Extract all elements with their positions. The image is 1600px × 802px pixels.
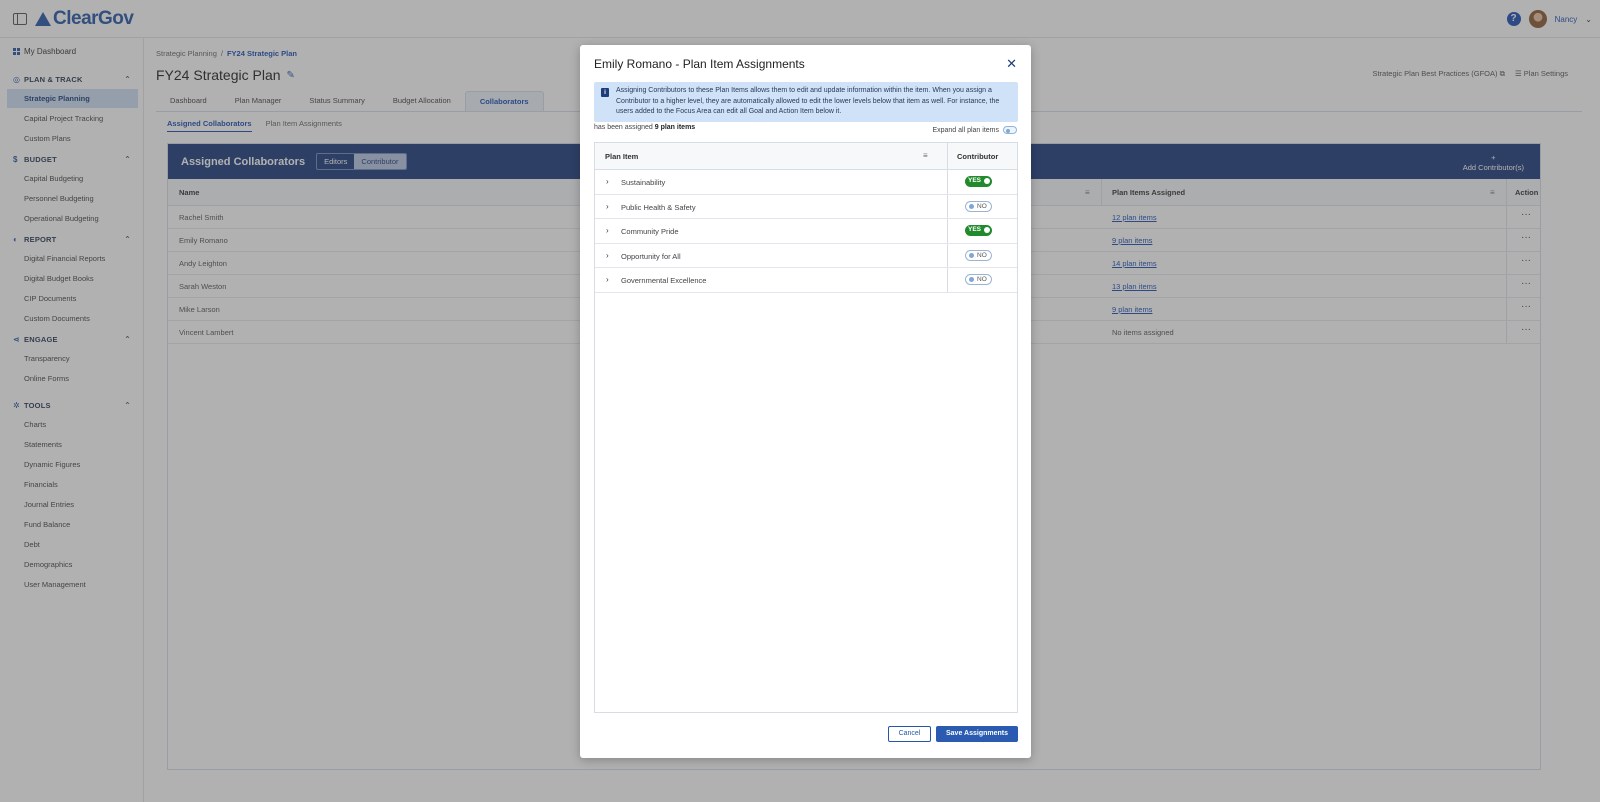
- contributor-toggle[interactable]: YES: [965, 176, 992, 187]
- column-menu-icon[interactable]: ≡: [923, 151, 928, 160]
- cancel-button[interactable]: Cancel: [888, 726, 931, 742]
- plan-item-row: › Opportunity for All NO: [595, 243, 1017, 268]
- assigned-count: 9 plan items: [654, 124, 696, 131]
- column-divider: [947, 170, 948, 194]
- chevron-right-icon[interactable]: ›: [606, 251, 609, 260]
- plan-item-assignments-modal: Emily Romano - Plan Item Assignments ✕ i…: [580, 45, 1031, 758]
- contributor-toggle[interactable]: NO: [965, 249, 992, 261]
- modal-title: Emily Romano - Plan Item Assignments: [594, 57, 805, 71]
- column-plan-item[interactable]: Plan Item: [605, 152, 638, 161]
- plan-item-grid: Plan Item ≡ Contributor › Sustainability…: [594, 142, 1018, 713]
- expand-all-control: Expand all plan items: [932, 126, 1017, 134]
- chevron-right-icon[interactable]: ›: [606, 202, 609, 211]
- contributor-toggle[interactable]: NO: [965, 274, 992, 285]
- column-divider: [947, 194, 948, 218]
- info-banner: i Assigning Contributors to these Plan I…: [594, 82, 1018, 122]
- plan-item-label: Sustainability: [621, 178, 666, 187]
- column-divider: [947, 243, 948, 267]
- column-divider: [947, 268, 948, 292]
- assigned-prefix: has been assigned: [594, 124, 653, 131]
- plan-item-row: › Sustainability YES: [595, 170, 1017, 195]
- plan-item-label: Public Health & Safety: [621, 202, 696, 212]
- contributor-toggle[interactable]: NO: [965, 200, 992, 212]
- plan-item-label: Opportunity for All: [621, 251, 681, 261]
- column-divider[interactable]: [947, 143, 948, 169]
- column-divider: [947, 219, 948, 243]
- chevron-right-icon[interactable]: ›: [606, 177, 609, 186]
- chevron-right-icon[interactable]: ›: [606, 275, 609, 284]
- plan-item-row: › Public Health & Safety NO: [595, 194, 1017, 219]
- expand-all-label: Expand all plan items: [932, 126, 999, 134]
- chevron-right-icon[interactable]: ›: [606, 226, 609, 235]
- plan-item-row: › Governmental Excellence NO: [595, 268, 1017, 293]
- grid-header: Plan Item ≡ Contributor: [595, 143, 1017, 170]
- info-icon: i: [601, 88, 609, 97]
- info-text: Assigning Contributors to these Plan Ite…: [616, 87, 1000, 115]
- plan-item-row: › Community Pride YES: [595, 219, 1017, 244]
- assigned-summary: has been assigned 9 plan items: [594, 124, 695, 131]
- expand-all-toggle[interactable]: [1003, 126, 1017, 134]
- column-contributor: Contributor: [957, 152, 999, 161]
- save-assignments-button[interactable]: Save Assignments: [936, 726, 1018, 742]
- contributor-toggle[interactable]: YES: [965, 225, 992, 236]
- plan-item-label: Community Pride: [621, 227, 679, 236]
- close-icon[interactable]: ✕: [1006, 57, 1017, 70]
- plan-item-label: Governmental Excellence: [621, 276, 707, 285]
